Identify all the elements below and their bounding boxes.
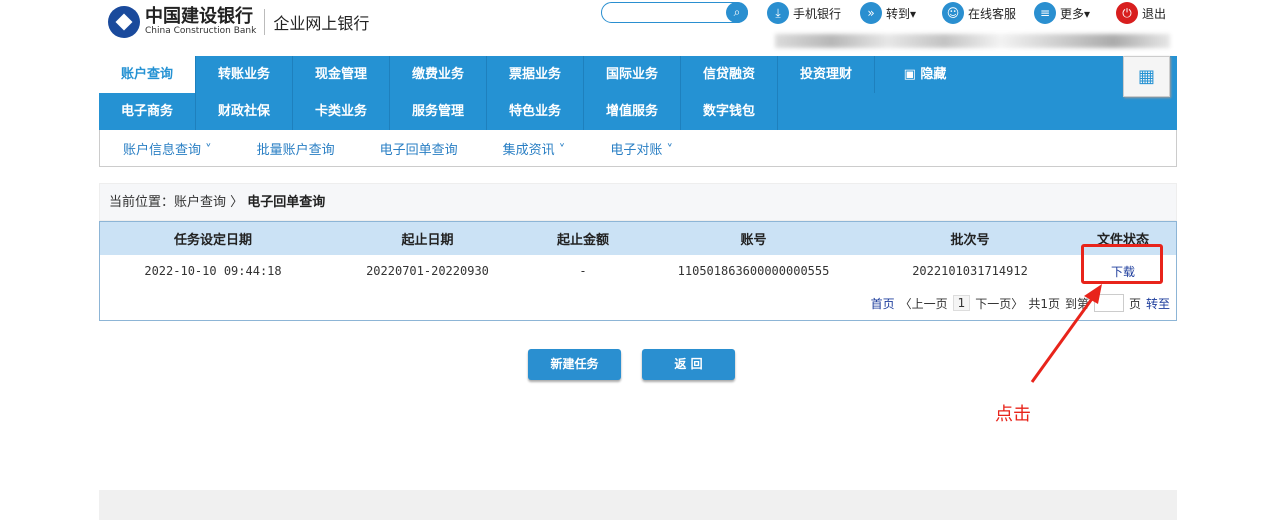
annotation-text: 点击 [995,404,1031,425]
annotation-arrow-icon [1030,284,1102,383]
footer-bar [99,490,1177,520]
